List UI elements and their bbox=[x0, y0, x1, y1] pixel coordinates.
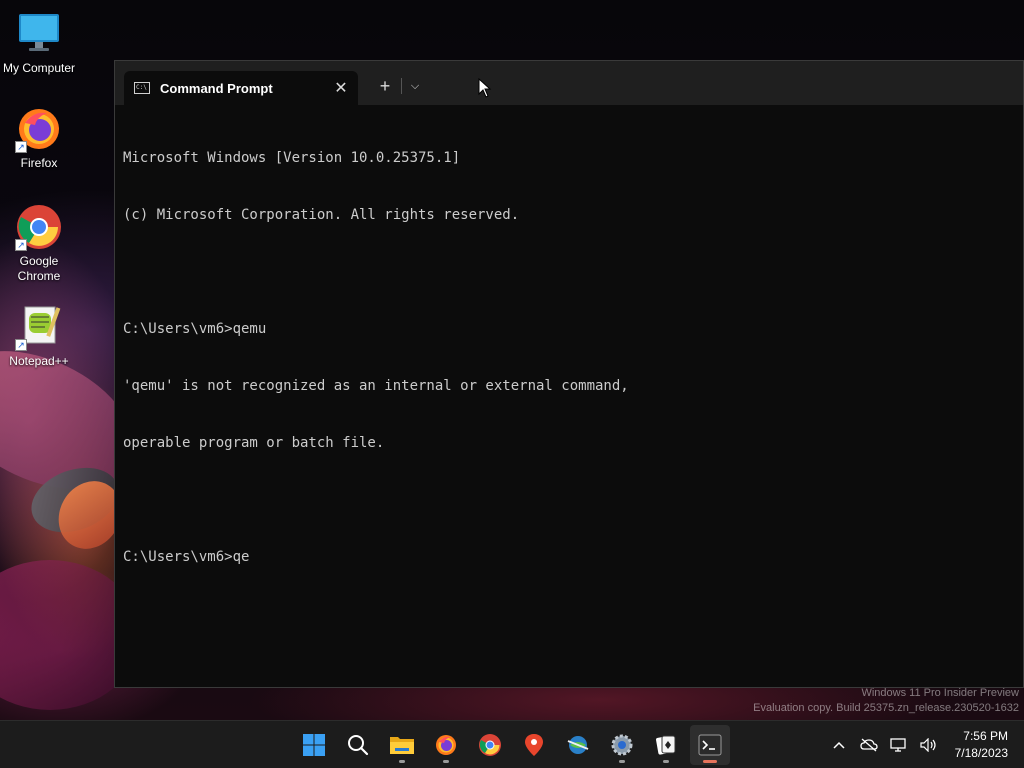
taskbar-download-manager[interactable] bbox=[558, 725, 598, 765]
chevron-up-icon bbox=[833, 741, 845, 749]
taskbar-clock[interactable]: 7:56 PM 7/18/2023 bbox=[955, 728, 1008, 762]
search-button[interactable] bbox=[338, 725, 378, 765]
watermark-line: Windows 11 Pro Insider Preview bbox=[861, 687, 1019, 699]
shortcut-arrow-icon: ↗ bbox=[15, 141, 27, 153]
network-status[interactable] bbox=[884, 721, 914, 768]
running-indicator bbox=[443, 760, 449, 763]
notepadpp-icon: ↗ bbox=[15, 303, 63, 351]
desktop-icon-google-chrome[interactable]: ↗ Google Chrome bbox=[1, 203, 77, 284]
cards-icon bbox=[656, 735, 676, 755]
console-line: C:\Users\vm6>qemu bbox=[123, 321, 267, 337]
watermark-line: Evaluation copy. Build 25375.zn_release.… bbox=[753, 702, 1019, 714]
taskbar-chrome[interactable] bbox=[470, 725, 510, 765]
network-icon bbox=[890, 738, 906, 752]
tab-command-prompt[interactable]: C:\ Command Prompt ✕ bbox=[124, 71, 358, 105]
taskbar-file-explorer[interactable] bbox=[382, 725, 422, 765]
terminal-icon bbox=[698, 734, 722, 756]
clock-time: 7:56 PM bbox=[963, 729, 1008, 743]
cmd-icon: C:\ bbox=[134, 82, 150, 94]
running-indicator-active bbox=[703, 760, 717, 763]
running-indicator bbox=[619, 760, 625, 763]
console-output[interactable]: Microsoft Windows [Version 10.0.25375.1]… bbox=[115, 105, 1023, 605]
taskbar-settings[interactable] bbox=[602, 725, 642, 765]
windows-watermark: Windows 11 Pro Insider Preview Evaluatio… bbox=[753, 686, 1019, 716]
map-pin-icon bbox=[525, 734, 543, 756]
tab-title: Command Prompt bbox=[160, 80, 273, 96]
show-hidden-icons-button[interactable] bbox=[824, 721, 854, 768]
windows-logo-icon bbox=[303, 734, 325, 756]
monitor-icon bbox=[15, 10, 63, 58]
new-tab-button[interactable]: + bbox=[373, 74, 397, 98]
desktop-icon-my-computer[interactable]: My Computer bbox=[1, 10, 77, 76]
volume-control[interactable] bbox=[914, 721, 944, 768]
chevron-down-icon[interactable]: ⌵ bbox=[405, 74, 425, 98]
shortcut-arrow-icon: ↗ bbox=[15, 339, 27, 351]
chrome-icon: ↗ bbox=[15, 203, 63, 251]
chrome-icon bbox=[479, 734, 501, 756]
clock-date: 7/18/2023 bbox=[954, 746, 1008, 760]
desktop-icon-label: Notepad++ bbox=[9, 354, 69, 368]
tab-divider bbox=[401, 78, 402, 94]
terminal-titlebar[interactable]: C:\ Command Prompt ✕ + ⌵ bbox=[115, 61, 1023, 105]
desktop-icon-label: My Computer bbox=[2, 61, 76, 75]
taskbar-firefox[interactable] bbox=[426, 725, 466, 765]
speaker-icon bbox=[920, 738, 936, 752]
console-line: (c) Microsoft Corporation. All rights re… bbox=[123, 207, 520, 223]
search-icon bbox=[348, 735, 369, 756]
terminal-window[interactable]: C:\ Command Prompt ✕ + ⌵ Microsoft Windo… bbox=[114, 60, 1024, 688]
console-line: operable program or batch file. bbox=[123, 435, 385, 451]
folder-icon bbox=[390, 737, 414, 754]
console-line: 'qemu' is not recognized as an internal … bbox=[123, 378, 629, 394]
download-globe-icon bbox=[567, 736, 589, 754]
cloud-off-icon bbox=[860, 738, 878, 752]
onedrive-status[interactable] bbox=[854, 721, 884, 768]
running-indicator bbox=[399, 760, 405, 763]
start-button[interactable] bbox=[294, 725, 334, 765]
running-indicator bbox=[663, 760, 669, 763]
console-line: Microsoft Windows [Version 10.0.25375.1] bbox=[123, 150, 461, 166]
desktop-icon-label: Firefox bbox=[20, 156, 58, 170]
taskbar: 7:56 PM 7/18/2023 bbox=[0, 720, 1024, 768]
taskbar-maps[interactable] bbox=[514, 725, 554, 765]
desktop-icon-notepadpp[interactable]: ↗ Notepad++ bbox=[1, 303, 77, 369]
shortcut-arrow-icon: ↗ bbox=[15, 239, 27, 251]
firefox-icon: ↗ bbox=[15, 105, 63, 153]
gear-icon bbox=[611, 734, 633, 756]
close-icon[interactable]: ✕ bbox=[328, 78, 354, 98]
taskbar-terminal[interactable] bbox=[690, 725, 730, 765]
firefox-icon bbox=[436, 735, 456, 755]
taskbar-solitaire[interactable] bbox=[646, 725, 686, 765]
desktop-icon-label: Google Chrome bbox=[17, 254, 61, 283]
desktop-icon-firefox[interactable]: ↗ Firefox bbox=[1, 105, 77, 171]
console-prompt-line[interactable]: C:\Users\vm6>qe bbox=[123, 548, 1023, 567]
mouse-pointer-icon bbox=[478, 78, 492, 98]
system-tray bbox=[824, 721, 944, 768]
